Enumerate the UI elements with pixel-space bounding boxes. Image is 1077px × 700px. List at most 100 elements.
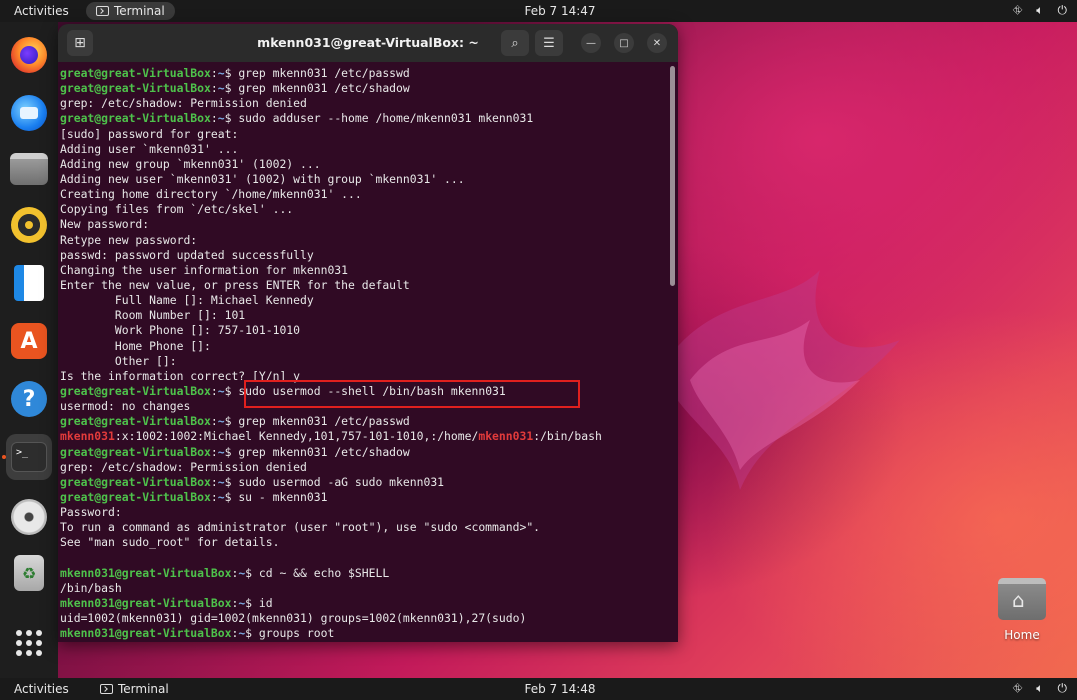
output-text: Work Phone []: 757-101-1010 <box>60 323 301 338</box>
desktop-home-folder[interactable] <box>998 578 1046 622</box>
terminal-icon: >_ <box>11 442 47 472</box>
terminal-line: grep: /etc/shadow: Permission denied <box>60 460 666 475</box>
network-icon[interactable]: ⛗ <box>1013 3 1023 18</box>
terminal-titlebar[interactable]: ⊞ mkenn031@great-VirtualBox: ~ ⌕ ☰ — □ ✕ <box>58 24 678 62</box>
prompt-symbol: $ <box>224 66 239 80</box>
grep-match: mkenn031 <box>478 429 534 444</box>
focused-app-indicator[interactable]: Terminal <box>86 2 175 20</box>
terminal-line: passwd: password updated successfully <box>60 248 666 263</box>
power-icon[interactable]: ⏻ <box>1058 3 1068 18</box>
rhythmbox-icon <box>11 207 47 243</box>
terminal-line: See "man sudo_root" for details. <box>60 535 666 550</box>
terminal-line: New password: <box>60 217 666 232</box>
dock-item-firefox[interactable] <box>6 32 52 78</box>
dock-item-help[interactable]: ? <box>6 376 52 422</box>
focused-app-label: Terminal <box>114 4 165 18</box>
terminal-line: mkenn031:x:1002:1002:Michael Kennedy,101… <box>60 429 666 444</box>
prompt-user-host: great@great-VirtualBox <box>60 66 211 80</box>
command-text: groups root <box>258 626 335 641</box>
clock[interactable]: Feb 7 14:48 <box>500 682 620 696</box>
dock-item-files[interactable] <box>6 146 52 192</box>
volume-icon[interactable]: 🔈︎ <box>1036 3 1043 18</box>
minimize-button[interactable]: — <box>581 33 601 53</box>
disc-icon <box>11 499 47 535</box>
network-icon[interactable]: ⛗ <box>1013 681 1023 696</box>
focused-app-indicator[interactable]: Terminal <box>90 680 179 698</box>
output-text: Is the information correct? [Y/n] y <box>60 368 301 383</box>
dock-item-show-apps[interactable] <box>6 620 52 666</box>
prompt-user-host: mkenn031@great-VirtualBox <box>60 595 232 610</box>
terminal-output[interactable]: great@great-VirtualBox:~$ grep mkenn031 … <box>60 66 666 642</box>
system-tray[interactable]: ⛗ 🔈︎ ⏻ <box>1013 681 1067 696</box>
command-text: su - mkenn031 <box>238 489 328 504</box>
desktop-home-label[interactable]: Home <box>990 628 1054 642</box>
terminal-line: Work Phone []: 757-101-1010 <box>60 323 666 338</box>
terminal-line: Adding new user `mkenn031' (1002) with g… <box>60 172 666 187</box>
new-tab-button[interactable]: ⊞ <box>67 30 93 56</box>
terminal-line: great@great-VirtualBox:~$ grep mkenn031 … <box>60 81 666 96</box>
prompt-separator: : <box>210 383 218 398</box>
dock-item-writer[interactable] <box>6 260 52 306</box>
prompt-symbol: $ <box>224 81 239 96</box>
terminal-line: uid=1002(mkenn031) gid=1002(mkenn031) gr… <box>60 611 666 626</box>
files-icon <box>10 153 48 185</box>
prompt-path: ~ <box>217 111 225 126</box>
prompt-separator: : <box>210 444 218 459</box>
prompt-user-host: great@great-VirtualBox <box>60 81 211 96</box>
terminal-window[interactable]: ⊞ mkenn031@great-VirtualBox: ~ ⌕ ☰ — □ ✕… <box>58 24 678 642</box>
clock[interactable]: Feb 7 14:47 <box>500 4 620 18</box>
command-text: grep mkenn031 /etc/passwd <box>238 414 410 429</box>
prompt-path: ~ <box>217 489 225 504</box>
output-text: See "man sudo_root" for details. <box>60 535 280 550</box>
search-icon: ⌕ <box>511 35 519 51</box>
volume-icon[interactable]: 🔈︎ <box>1036 681 1043 696</box>
menu-button[interactable]: ☰ <box>535 30 563 56</box>
output-text: Adding new group `mkenn031' (1002) ... <box>60 156 321 171</box>
output-text: Creating home directory `/home/mkenn031'… <box>60 187 362 202</box>
terminal-scrollbar[interactable] <box>670 66 675 286</box>
command-text: sudo adduser --home /home/mkenn031 mkenn… <box>238 111 534 126</box>
search-button[interactable]: ⌕ <box>501 30 529 56</box>
output-text: uid=1002(mkenn031) gid=1002(mkenn031) gr… <box>60 611 527 626</box>
dock-item-rhythmbox[interactable] <box>6 202 52 248</box>
terminal-line: great@great-VirtualBox:~$ sudo usermod -… <box>60 384 666 399</box>
output-text: Other []: <box>60 353 177 368</box>
prompt-user-host: great@great-VirtualBox <box>60 489 211 504</box>
dock-item-disc[interactable] <box>6 494 52 540</box>
output-text: Enter the new value, or press ENTER for … <box>60 277 410 292</box>
maximize-button[interactable]: □ <box>614 33 634 53</box>
command-text: id <box>258 595 273 610</box>
terminal-line: Full Name []: Michael Kennedy <box>60 293 666 308</box>
terminal-line: Retype new password: <box>60 233 666 248</box>
activities-button[interactable]: Activities <box>14 682 69 696</box>
terminal-line: great@great-VirtualBox:~$ grep mkenn031 … <box>60 445 666 460</box>
prompt-separator: : <box>210 81 218 96</box>
prompt-symbol: $ <box>224 489 239 504</box>
terminal-icon <box>100 684 113 694</box>
prompt-symbol: $ <box>224 444 239 459</box>
terminal-line: To run a command as administrator (user … <box>60 520 666 535</box>
prompt-path: ~ <box>217 444 225 459</box>
store-icon: A <box>11 323 47 359</box>
new-tab-icon: ⊞ <box>74 35 86 51</box>
system-tray[interactable]: ⛗ 🔈︎ ⏻ <box>1013 3 1067 18</box>
terminal-line: Adding new group `mkenn031' (1002) ... <box>60 157 666 172</box>
thunderbird-icon <box>11 95 47 131</box>
output-text: [sudo] password for great: <box>60 126 239 141</box>
dock-item-app-center[interactable]: A <box>6 318 52 364</box>
close-button[interactable]: ✕ <box>647 33 667 53</box>
terminal-line: Changing the user information for mkenn0… <box>60 263 666 278</box>
prompt-user-host: great@great-VirtualBox <box>60 444 211 459</box>
output-text: To run a command as administrator (user … <box>60 520 541 535</box>
activities-button[interactable]: Activities <box>14 4 69 18</box>
dock-item-thunderbird[interactable] <box>6 90 52 136</box>
prompt-symbol: $ <box>245 595 259 610</box>
power-icon[interactable]: ⏻ <box>1058 681 1068 696</box>
terminal-line: great@great-VirtualBox:~$ grep mkenn031 … <box>60 414 666 429</box>
grep-output-text: :/bin/bash <box>533 429 602 444</box>
close-icon: ✕ <box>652 37 662 49</box>
dock-item-terminal[interactable]: >_ <box>6 434 52 480</box>
command-text: grep mkenn031 /etc/shadow <box>238 81 410 96</box>
dock-item-trash[interactable]: ♻ <box>6 550 52 596</box>
